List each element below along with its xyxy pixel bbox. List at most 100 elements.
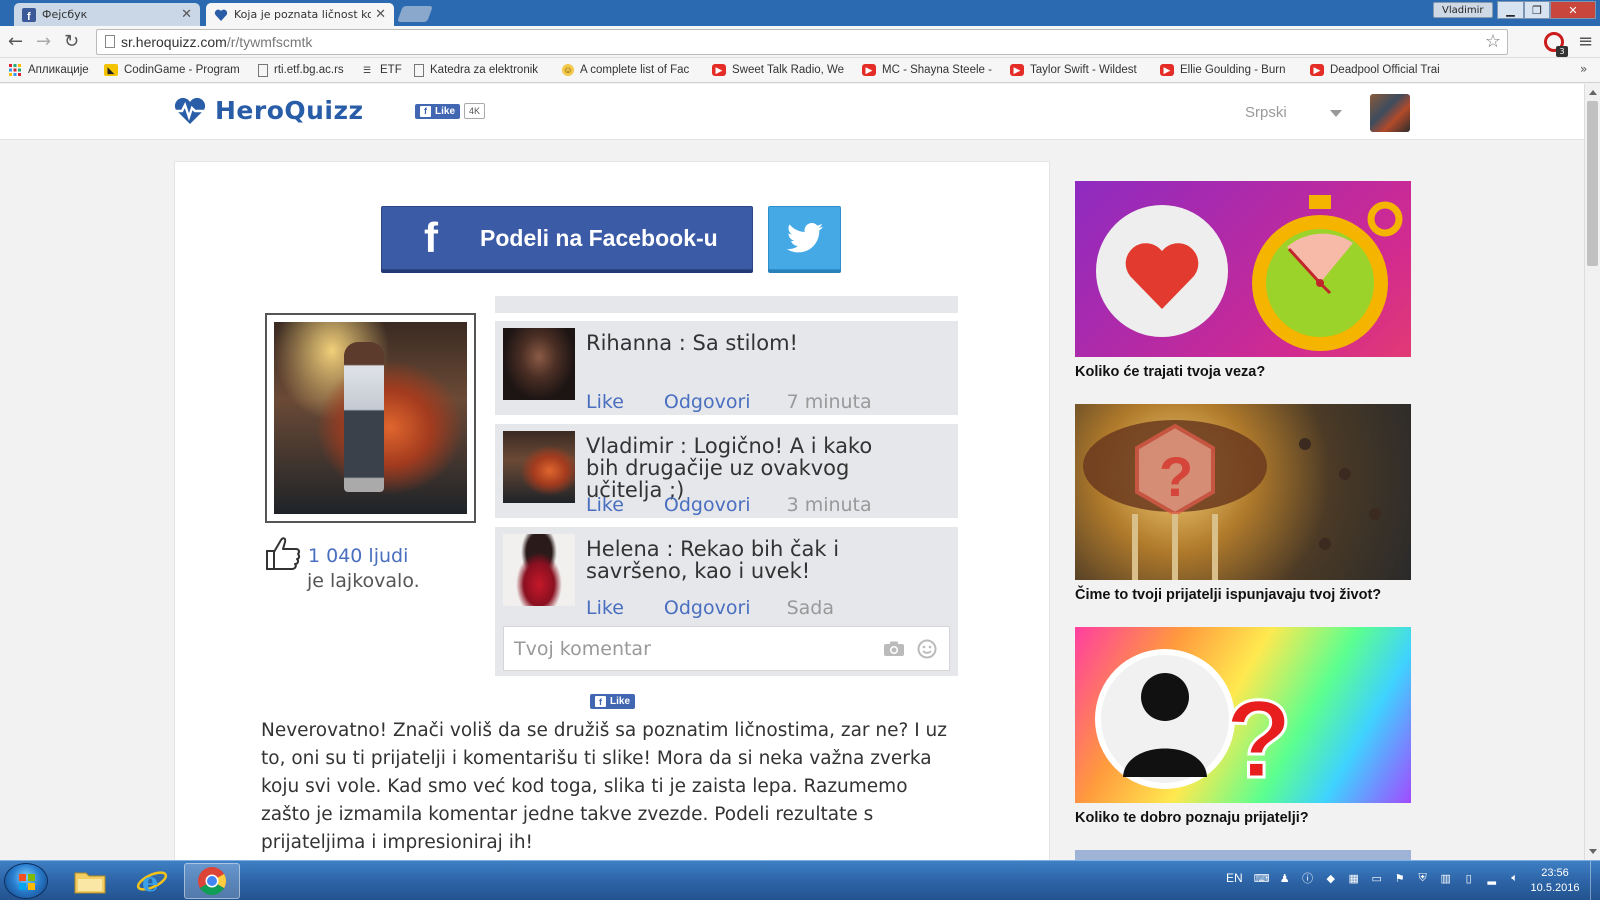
result-fb-like[interactable]: f Like [590, 694, 636, 709]
browser-menu-icon[interactable]: ≡ [1578, 31, 1593, 52]
windows-taskbar: e EN ⌨ ♟ ⓘ ◆ ▦ ▭ ⚑ ⛨ ▥ ▯ ▂ 🔈︎ 23:56 10.5… [0, 860, 1600, 900]
svg-text:f: f [27, 11, 31, 22]
comment-actions: Like Odgovori 7 minuta [586, 391, 872, 413]
signal-bars-icon[interactable]: ▂ [1485, 871, 1499, 885]
bookmarks-overflow-button[interactable]: » [1580, 62, 1587, 76]
system-clock[interactable]: 23:56 10.5.2016 [1520, 866, 1590, 896]
comment-avatar[interactable] [503, 328, 575, 400]
forward-arrow-icon[interactable]: → [36, 32, 51, 52]
address-bar[interactable]: sr.heroquizz.com/r/tywmfscmtk ☆ [96, 29, 1508, 55]
comment-avatar[interactable] [503, 534, 575, 606]
quiz-thumbnail[interactable]: ? [1075, 404, 1411, 580]
language-select[interactable]: Srpski [1245, 104, 1287, 121]
profile-user-button[interactable]: Vladimir [1433, 2, 1493, 18]
camera-icon[interactable] [883, 641, 905, 657]
clock-date: 10.5.2016 [1530, 882, 1580, 894]
related-quiz-title[interactable]: Čime to tvoji prijatelji ispunjavaju tvo… [1075, 587, 1411, 603]
bookmark-item[interactable]: ☰ ETF [360, 62, 404, 78]
related-quiz-card-partial[interactable] [1075, 850, 1411, 860]
fb-like-button[interactable]: f Like [415, 103, 461, 119]
tab-heroquizz[interactable]: Koja je poznata ličnost ko ✕ [206, 3, 394, 26]
comment-like-link[interactable]: Like [586, 494, 624, 516]
action-center-flag-icon[interactable]: ⚑ [1393, 871, 1407, 885]
related-quiz-title[interactable]: Koliko te dobro poznaju prijatelji? [1075, 810, 1411, 826]
comment-time: 3 minuta [786, 494, 872, 516]
tab-close-icon[interactable]: ✕ [375, 7, 386, 22]
emoji-smile-icon[interactable] [917, 639, 937, 659]
heart-pulse-favicon-icon [214, 8, 228, 22]
share-facebook-button[interactable]: f Podeli na Facebook-u [381, 206, 753, 270]
bookmark-star-icon[interactable]: ☆ [1485, 31, 1501, 52]
bookmark-item[interactable]: ▶ MC - Shayna Steele - [862, 62, 998, 78]
bookmark-item[interactable]: ☺ A complete list of Fac [562, 62, 698, 78]
bookmark-item[interactable]: ▶ Deadpool Official Trai [1310, 62, 1444, 78]
page-scrollbar[interactable] [1584, 84, 1600, 860]
bookmark-item[interactable]: ▶ Taylor Swift - Wildest [1010, 62, 1146, 78]
clock-time: 23:56 [1541, 867, 1569, 879]
related-quiz-card[interactable]: Koliko će trajati tvoja veza? [1075, 181, 1411, 380]
info-icon[interactable]: ⓘ [1301, 871, 1315, 885]
scroll-up-arrow-icon[interactable] [1589, 90, 1597, 95]
comment-reply-link[interactable]: Odgovori [664, 597, 751, 619]
maximize-button[interactable]: ❐ [1524, 1, 1550, 19]
network-icon[interactable]: ▥ [1439, 871, 1453, 885]
window-icon[interactable]: ▭ [1370, 871, 1384, 885]
input-language[interactable]: EN [1226, 871, 1243, 885]
back-arrow-icon[interactable]: ← [8, 32, 23, 52]
tab-close-icon[interactable]: ✕ [181, 7, 192, 22]
figure-icon[interactable]: ♟ [1278, 871, 1292, 885]
related-quiz-card[interactable]: ? Čime to tvoji prijatelji ispunjavaju t… [1075, 404, 1411, 603]
comment-reply-link[interactable]: Odgovori [664, 391, 751, 413]
tab-title: Koja je poznata ličnost ko [234, 8, 372, 21]
quiz-thumbnail[interactable]: ? [1075, 627, 1411, 803]
new-tab-button[interactable] [397, 6, 433, 22]
show-desktop-button[interactable] [1590, 861, 1600, 900]
comment-avatar[interactable] [503, 431, 575, 503]
scroll-thumb[interactable] [1587, 101, 1598, 266]
header-fb-like[interactable]: f Like 4K [415, 103, 486, 119]
url-host: sr.heroquizz.com [121, 34, 227, 50]
comment-item: Rihanna : Sa stilom! Like Odgovori 7 min… [495, 321, 958, 415]
taskbar-chrome[interactable] [184, 863, 240, 899]
comment-like-link[interactable]: Like [586, 391, 624, 413]
fb-like-button[interactable]: f Like [590, 694, 636, 709]
dropbox-icon[interactable]: ◆ [1324, 871, 1338, 885]
url-text[interactable]: sr.heroquizz.com/r/tywmfscmtk [121, 34, 312, 50]
user-avatar[interactable] [1370, 94, 1410, 132]
likes-count-link[interactable]: 1 040 ljudi [308, 545, 408, 567]
reload-icon[interactable]: ↻ [64, 32, 79, 52]
comment-input[interactable]: Tvoj komentar [503, 626, 950, 671]
device-icon[interactable]: ▯ [1462, 871, 1476, 885]
quiz-thumbnail[interactable] [1075, 181, 1411, 357]
taskbar-explorer[interactable] [62, 863, 118, 899]
page-icon [414, 63, 424, 77]
svg-text:?: ? [1159, 445, 1193, 508]
close-window-button[interactable]: ✕ [1550, 1, 1596, 19]
chevron-down-icon[interactable] [1330, 110, 1342, 117]
bookmark-item[interactable]: Апликације [8, 62, 96, 78]
site-logo[interactable]: HeroQuizz [173, 96, 364, 125]
profile-photo [274, 322, 467, 514]
scroll-down-arrow-icon[interactable] [1589, 849, 1597, 854]
related-quiz-card[interactable]: ? Koliko te dobro poznaju prijatelji? [1075, 627, 1411, 826]
minimize-button[interactable]: ▁ [1497, 1, 1524, 19]
tab-facebook[interactable]: f Фејсбук ✕ [14, 3, 200, 26]
bookmark-item[interactable]: ▶ Sweet Talk Radio, We [712, 62, 848, 78]
start-button[interactable] [4, 863, 48, 899]
bookmark-item[interactable]: Katedra za elektronik [414, 62, 548, 78]
bookmark-item[interactable]: ▶ Ellie Goulding - Burn [1160, 62, 1296, 78]
bookmark-item[interactable]: rti.etf.bg.ac.rs [258, 62, 350, 78]
fb-like-count: 4K [464, 103, 486, 119]
page-icon [258, 63, 268, 77]
share-twitter-button[interactable] [768, 206, 841, 270]
taskbar-internet-explorer[interactable]: e [124, 863, 180, 899]
folder-icon [74, 872, 106, 894]
grid-icon[interactable]: ▦ [1347, 871, 1361, 885]
keyboard-icon[interactable]: ⌨ [1254, 871, 1270, 885]
comment-like-link[interactable]: Like [586, 597, 624, 619]
shield-icon[interactable]: ⛨ [1416, 871, 1430, 885]
related-quiz-title[interactable]: Koliko će trajati tvoja veza? [1075, 364, 1411, 380]
comment-reply-link[interactable]: Odgovori [664, 494, 751, 516]
youtube-icon: ▶ [1310, 64, 1324, 76]
bookmark-item[interactable]: ◣ CodinGame - Program [104, 62, 242, 78]
